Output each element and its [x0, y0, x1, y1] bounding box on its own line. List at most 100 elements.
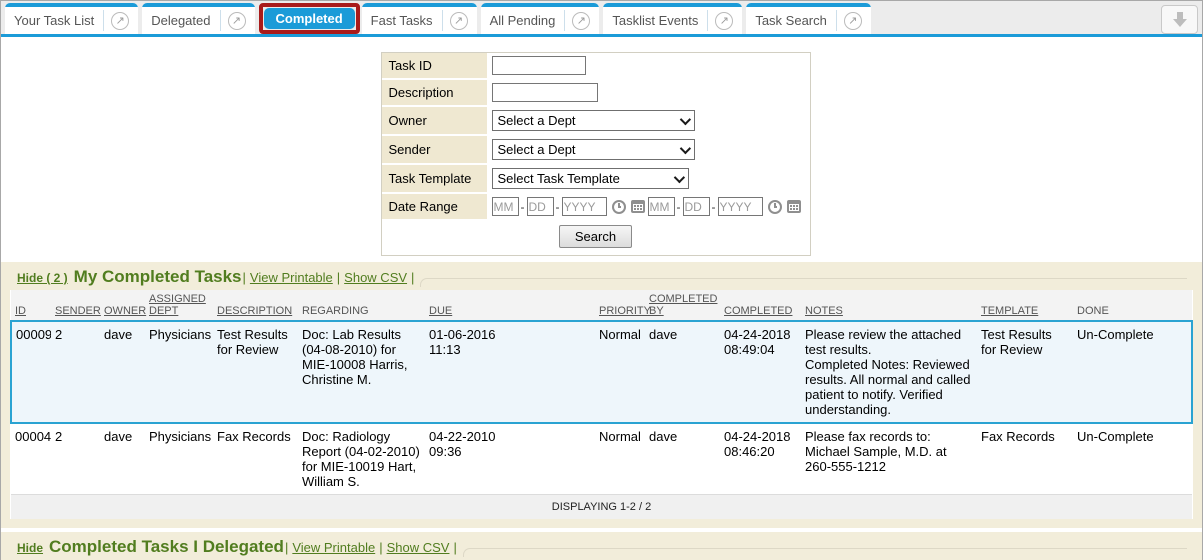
tab-label: Completed: [276, 11, 343, 26]
cell-assigned-dept: Physicians: [145, 321, 213, 423]
date-from-month-input[interactable]: [492, 197, 519, 216]
description-input[interactable]: [492, 83, 598, 102]
separator: |: [243, 270, 246, 285]
tab-label: Delegated: [151, 13, 210, 28]
task-row[interactable]: 00004 2 dave Physicians Fax Records Doc:…: [11, 423, 1192, 495]
cell-spacer: [515, 321, 595, 423]
chevron-down-icon: [679, 113, 690, 124]
section-divider-line: [420, 278, 1187, 287]
tab-label: Tasklist Events: [612, 13, 698, 28]
search-button[interactable]: Search: [559, 225, 632, 248]
owner-select[interactable]: Select a Dept: [492, 110, 695, 131]
collapse-panel-button[interactable]: [1161, 5, 1198, 34]
column-header-description: DESCRIPTION: [213, 290, 298, 321]
task-template-label: Task Template: [382, 165, 487, 192]
time-picker-icon[interactable]: [612, 200, 626, 214]
popup-window-icon[interactable]: ↗: [228, 12, 246, 30]
task-template-select[interactable]: Select Task Template: [492, 168, 689, 189]
cell-description: Fax Records: [213, 423, 298, 495]
task-row-highlighted[interactable]: 00009 2 dave Physicians Test Results for…: [11, 321, 1192, 423]
view-printable-link[interactable]: View Printable: [250, 270, 333, 285]
cell-template: Fax Records: [977, 423, 1073, 495]
show-csv-link[interactable]: Show CSV: [344, 270, 407, 285]
view-printable-link[interactable]: View Printable: [292, 540, 375, 555]
cell-assigned-dept: Physicians: [145, 423, 213, 495]
my-completed-tasks-section: Hide ( 2 ) My Completed Tasks | View Pri…: [1, 262, 1202, 528]
tab-label: All Pending: [490, 13, 556, 28]
cell-regarding: Doc: Radiology Report (04-02-2010) for M…: [298, 423, 425, 495]
show-csv-link[interactable]: Show CSV: [387, 540, 450, 555]
section-header: Hide Completed Tasks I Delegated | View …: [10, 534, 1193, 560]
date-dash: -: [712, 200, 716, 214]
sender-selected-value: Select a Dept: [498, 142, 576, 157]
separator: |: [411, 270, 414, 285]
tab-your-task-list[interactable]: Your Task List ↗: [5, 3, 138, 34]
date-to-month-input[interactable]: [648, 197, 675, 216]
tab-all-pending[interactable]: All Pending ↗: [481, 3, 600, 34]
down-arrow-icon: [1173, 19, 1187, 27]
cell-completed: 04-24-2018 08:49:04: [720, 321, 801, 423]
separator: |: [379, 540, 382, 555]
tab-label: Task Search: [755, 13, 827, 28]
popup-window-icon[interactable]: ↗: [715, 12, 733, 30]
column-header-priority: PRIORITY: [595, 290, 645, 321]
sender-select[interactable]: Select a Dept: [492, 139, 695, 160]
template-selected-value: Select Task Template: [498, 171, 620, 186]
task-search-panel: Task ID Description Owner Select a Dept …: [1, 37, 1202, 262]
section-divider-line: [463, 548, 1187, 557]
tab-delegated[interactable]: Delegated ↗: [142, 3, 254, 34]
separator: |: [337, 270, 340, 285]
tab-divider: [564, 10, 565, 31]
task-id-input[interactable]: [492, 56, 586, 75]
task-tab-bar: Your Task List ↗ Delegated ↗ Completed F…: [1, 1, 1202, 37]
column-header-owner: OWNER: [100, 290, 145, 321]
cell-regarding: Doc: Lab Results (04-08-2010) for MIE-10…: [298, 321, 425, 423]
down-arrow-icon: [1177, 12, 1183, 19]
cell-sender: 2: [51, 423, 100, 495]
popup-window-icon[interactable]: ↗: [450, 12, 468, 30]
tab-tasklist-events[interactable]: Tasklist Events ↗: [603, 3, 742, 34]
cell-completed-by: dave: [645, 423, 720, 495]
date-from-year-input[interactable]: [562, 197, 607, 216]
date-dash: -: [556, 200, 560, 214]
tab-label: Fast Tasks: [371, 13, 433, 28]
calendar-picker-icon[interactable]: [631, 200, 645, 213]
date-to-year-input[interactable]: [718, 197, 763, 216]
section-header: Hide ( 2 ) My Completed Tasks | View Pri…: [10, 264, 1193, 290]
popup-window-icon[interactable]: ↗: [844, 12, 862, 30]
popup-window-icon[interactable]: ↗: [572, 12, 590, 30]
date-to-day-input[interactable]: [683, 197, 710, 216]
column-header-assigned-dept: ASSIGNED DEPT: [145, 290, 213, 321]
cell-description: Test Results for Review: [213, 321, 298, 423]
owner-label: Owner: [382, 107, 487, 134]
cell-priority: Normal: [595, 423, 645, 495]
cell-sender: 2: [51, 321, 100, 423]
tab-completed-selected[interactable]: Completed: [264, 8, 355, 29]
date-from-day-input[interactable]: [527, 197, 554, 216]
cell-completed-by: dave: [645, 321, 720, 423]
cell-done-uncomplete-action[interactable]: Un-Complete: [1073, 423, 1192, 495]
column-header-completed: COMPLETED: [720, 290, 801, 321]
tab-task-search[interactable]: Task Search ↗: [746, 3, 871, 34]
cell-owner: dave: [100, 423, 145, 495]
column-header-completed-by: COMPLETED BY: [645, 290, 720, 321]
cell-id: 00009: [11, 321, 51, 423]
column-header-due: DUE: [425, 290, 515, 321]
popup-window-icon[interactable]: ↗: [111, 12, 129, 30]
cell-done-uncomplete-action[interactable]: Un-Complete: [1073, 321, 1192, 423]
chevron-down-icon: [673, 171, 684, 182]
column-spacer: [515, 290, 595, 321]
column-header-regarding: REGARDING: [298, 290, 425, 321]
calendar-picker-icon[interactable]: [787, 200, 801, 213]
sender-label: Sender: [382, 136, 487, 163]
cell-due: 01-06-2016 11:13: [425, 321, 515, 423]
section-title: My Completed Tasks: [74, 267, 242, 287]
hide-section-link[interactable]: Hide: [17, 541, 43, 555]
tab-fast-tasks[interactable]: Fast Tasks ↗: [362, 3, 477, 34]
column-header-notes: NOTES: [801, 290, 977, 321]
my-completed-tasks-table: ID SENDER OWNER ASSIGNED DEPT DESCRIPTIO…: [10, 290, 1193, 519]
hide-section-link[interactable]: Hide ( 2 ): [17, 271, 68, 285]
time-picker-icon[interactable]: [768, 200, 782, 214]
tab-divider: [707, 10, 708, 31]
description-label: Description: [382, 80, 487, 105]
